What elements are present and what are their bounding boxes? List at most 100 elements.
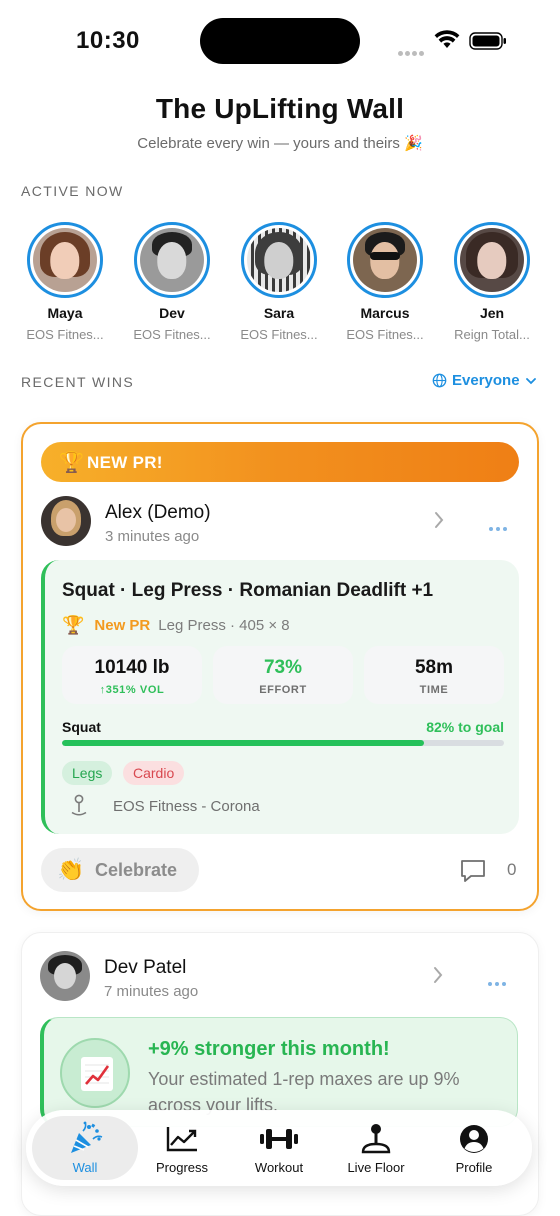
post-author-name[interactable]: Dev Patel: [104, 957, 186, 979]
stat-sub: ↑351% VOL: [99, 684, 165, 696]
clapping-hands-icon: 👏: [57, 857, 85, 882]
location-pin-icon: [71, 794, 87, 816]
page-subtitle: Celebrate every win — yours and theirs 🎉: [137, 135, 423, 152]
stat-time: 58m TIME: [364, 646, 504, 704]
active-person-name: Maya: [47, 305, 83, 321]
stat-sub: EFFORT: [259, 684, 307, 696]
new-pr-tag: New PR: [94, 617, 151, 634]
active-person[interactable]: Maya EOS Fitnes...: [12, 222, 118, 342]
tab-label: Live Floor: [347, 1160, 405, 1175]
active-person-name: Marcus: [360, 305, 410, 321]
tab-workout[interactable]: Workout: [229, 1110, 329, 1186]
chevron-right-icon[interactable]: [433, 510, 445, 530]
stat-sub: TIME: [419, 684, 449, 696]
active-person-name: Dev: [159, 305, 185, 321]
person-icon: [424, 1122, 524, 1156]
tab-label: Profile: [455, 1160, 493, 1175]
celebrate-button-label: Celebrate: [95, 860, 178, 880]
tab-label: Wall: [72, 1160, 98, 1175]
avatar: [454, 222, 530, 298]
avatar[interactable]: [40, 951, 90, 1001]
more-options-icon[interactable]: [488, 973, 509, 991]
pr-lift-detail: Leg Press · 405 × 8: [158, 617, 290, 634]
bottom-tab-bar: Wall Progress Workout Live Floor Profile: [26, 1110, 532, 1186]
workout-title: Squat · Leg Press · Romanian Deadlift +1: [62, 580, 434, 601]
avatar: [347, 222, 423, 298]
battery-icon: [469, 32, 506, 50]
active-person-gym: EOS Fitnes...: [346, 327, 424, 342]
stat-value: 73%: [263, 657, 303, 678]
avatar: [27, 222, 103, 298]
post-author-name[interactable]: Alex (Demo): [105, 502, 211, 524]
trend-chart-icon: [81, 1057, 113, 1091]
page-title: The UpLifting Wall: [155, 93, 405, 124]
trophy-icon: 🏆: [59, 452, 84, 474]
active-person-gym: EOS Fitnes...: [133, 327, 211, 342]
comment-count: 0: [507, 860, 517, 879]
wifi-icon: [434, 30, 460, 48]
party-popper-icon: [26, 1121, 144, 1156]
active-person-gym: EOS Fitnes...: [240, 327, 318, 342]
post-author-row[interactable]: Alex (Demo) 3 minutes ago: [41, 496, 521, 548]
goal-progress-row: Squat 82% to goal: [62, 719, 504, 737]
post-author-row[interactable]: Dev Patel 7 minutes ago: [40, 951, 520, 1003]
active-person-name: Sara: [263, 305, 295, 321]
tab-wall[interactable]: Wall: [26, 1110, 144, 1186]
new-pr-banner: 🏆 NEW PR!: [41, 442, 519, 482]
tab-progress[interactable]: Progress: [132, 1110, 232, 1186]
chart-badge: [60, 1038, 130, 1108]
active-person[interactable]: Dev EOS Fitnes...: [119, 222, 225, 342]
status-bar: 10:30: [0, 0, 560, 84]
chevron-down-icon: [525, 377, 536, 384]
post-timestamp: 7 minutes ago: [104, 983, 199, 1000]
trend-chart-icon: [132, 1122, 232, 1156]
joystick-pin-icon: [326, 1122, 426, 1156]
tab-live-floor[interactable]: Live Floor: [326, 1110, 426, 1186]
cellular-signal-icon: [398, 43, 426, 61]
status-time: 10:30: [76, 27, 140, 54]
workout-summary[interactable]: Squat · Leg Press · Romanian Deadlift +1…: [41, 560, 519, 834]
tag-chip-cardio[interactable]: Cardio: [123, 761, 185, 785]
post-timestamp: 3 minutes ago: [105, 528, 200, 545]
stat-value: 10140 lb: [94, 657, 170, 678]
active-person[interactable]: Jen Reign Total...: [439, 222, 545, 342]
audience-filter-label: Everyone: [452, 372, 520, 389]
gym-location-name: EOS Fitness - Corona: [113, 798, 260, 815]
tab-profile[interactable]: Profile: [424, 1110, 524, 1186]
insight-title: +9% stronger this month!: [148, 1038, 390, 1060]
tag-chip-legs[interactable]: Legs: [62, 761, 113, 785]
gym-location[interactable]: EOS Fitness - Corona: [65, 794, 465, 820]
active-now-list: Maya EOS Fitnes... Dev EOS Fitnes... Sar…: [0, 222, 560, 342]
goal-lift-label: Squat: [62, 719, 101, 735]
globe-icon: [432, 373, 447, 388]
avatar[interactable]: [41, 496, 91, 546]
tab-label: Progress: [155, 1160, 209, 1175]
stat-value: 58m: [414, 657, 454, 678]
trophy-icon: 🏆: [62, 615, 85, 635]
stat-effort: 73% EFFORT: [213, 646, 353, 704]
goal-progress-bar: [62, 740, 504, 746]
avatar: [134, 222, 210, 298]
chevron-right-icon[interactable]: [432, 965, 444, 985]
dumbbell-icon: [229, 1122, 329, 1156]
active-person[interactable]: Marcus EOS Fitnes...: [332, 222, 438, 342]
recent-wins-heading: RECENT WINS: [21, 374, 135, 390]
active-person-gym: Reign Total...: [454, 327, 530, 342]
active-person-name: Jen: [479, 305, 505, 321]
feed-post-card[interactable]: 🏆 NEW PR! Alex (Demo) 3 minutes ago Squa…: [21, 422, 539, 911]
active-now-heading: ACTIVE NOW: [21, 183, 124, 199]
stat-volume: 10140 lb ↑351% VOL: [62, 646, 202, 704]
celebrate-button[interactable]: 👏 Celebrate: [41, 848, 199, 892]
dynamic-island: [200, 18, 360, 64]
active-person[interactable]: Sara EOS Fitnes...: [226, 222, 332, 342]
audience-filter-dropdown[interactable]: Everyone: [432, 372, 537, 389]
goal-percent-label: 82% to goal: [426, 719, 504, 735]
new-pr-label: NEW PR!: [87, 453, 163, 472]
avatar: [241, 222, 317, 298]
comment-icon[interactable]: [459, 858, 487, 884]
tab-label: Workout: [254, 1160, 304, 1175]
pr-detail-line: 🏆 New PR Leg Press · 405 × 8: [62, 615, 290, 636]
more-options-icon[interactable]: [489, 518, 510, 536]
active-person-gym: EOS Fitnes...: [26, 327, 104, 342]
goal-progress-fill: [62, 740, 425, 746]
